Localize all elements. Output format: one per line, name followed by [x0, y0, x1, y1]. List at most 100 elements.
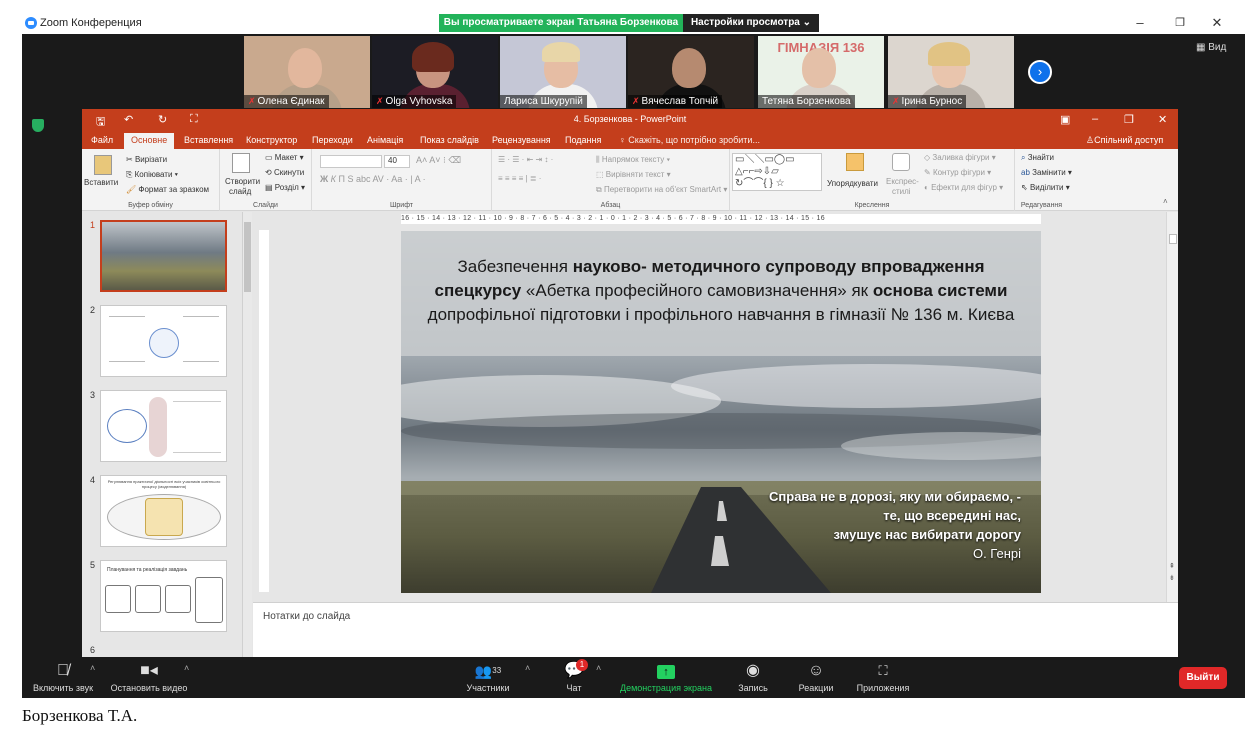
chat-caret-icon[interactable]: ˄: [596, 663, 601, 673]
share-screen-button[interactable]: ↑ Демонстрация экрана: [614, 657, 718, 698]
format-painter-button[interactable]: 🖌 Формат за зразком: [126, 185, 209, 194]
audio-options-caret-icon[interactable]: ˄: [90, 663, 95, 673]
share-screen-icon: ↑: [614, 661, 718, 681]
slide-thumbnail-5[interactable]: Планування та реалізація завдань: [100, 560, 227, 632]
slide-thumbnail-2[interactable]: [100, 305, 227, 377]
new-slide-icon[interactable]: [232, 153, 250, 173]
tab-view[interactable]: Подання: [565, 135, 601, 145]
arrange-button[interactable]: Упорядкувати: [827, 179, 878, 188]
replace-button[interactable]: ab Замінити ▾: [1021, 168, 1072, 177]
slide-title-part: допрофільної підготовки і профільного на…: [427, 305, 1015, 324]
chat-button[interactable]: 💬 1 Чат: [554, 657, 594, 698]
stop-video-button[interactable]: ■◂ Остановить видео: [106, 657, 192, 698]
participant-tile[interactable]: ГІМНАЗІЯ 136 Тетяна Борзенкова: [758, 36, 884, 108]
new-slide-button[interactable]: Створити: [225, 177, 260, 186]
arrange-icon[interactable]: [846, 153, 864, 171]
tab-transitions[interactable]: Переходи: [312, 135, 353, 145]
reactions-icon: ☺: [807, 662, 825, 679]
copy-button[interactable]: ⎘ Копіювати ▾: [126, 170, 178, 180]
muted-mic-icon: 🎙̸: [57, 662, 69, 679]
next-page-arrow-icon[interactable]: ›: [1028, 60, 1052, 84]
cut-button[interactable]: ✂ Вирізати: [126, 155, 167, 164]
scrollbar-thumb[interactable]: [1169, 234, 1177, 244]
quick-styles-icon[interactable]: [892, 153, 910, 171]
participant-tile[interactable]: ✗ Ірина Бурнос: [888, 36, 1014, 108]
next-slide-icon[interactable]: ⇟: [1169, 574, 1175, 582]
participants-caret-icon[interactable]: ˄: [525, 663, 530, 673]
layout-button[interactable]: ▭ Макет ▾: [265, 153, 304, 162]
slide-thumbnail-3[interactable]: [100, 390, 227, 462]
paste-button[interactable]: Вставити: [84, 178, 118, 187]
font-format-icons[interactable]: Ж К П S abc AV · Aa · | A ·: [320, 174, 426, 184]
participant-tile[interactable]: ✗ Олена Єдинак: [244, 36, 370, 108]
current-slide[interactable]: Забезпечення науково- методичного супров…: [401, 231, 1041, 593]
scrollbar-thumb[interactable]: [244, 222, 251, 292]
thumbnails-scrollbar[interactable]: [242, 212, 252, 657]
find-label: Знайти: [1027, 153, 1055, 162]
ppt-title-bar: 🖫 ↶ ↻ ⛶ 4. Борзенкова - PowerPoint ▣ – ❐…: [82, 109, 1178, 131]
record-button[interactable]: ◉ Запись: [730, 657, 776, 698]
shapes-gallery[interactable]: ▭＼＼▭◯▭ △⌐⌐⇨⇩▱ ↻⌒⌒{ } ☆: [732, 153, 822, 191]
tab-slideshow[interactable]: Показ слайдів: [420, 135, 479, 145]
text-direction-button[interactable]: ⫼ Напрямок тексту ▾: [596, 155, 670, 165]
find-button[interactable]: ⌕ Знайти: [1021, 153, 1054, 163]
lightbulb-icon: ♀: [619, 135, 626, 145]
smartart-button[interactable]: ⧉ Перетворити на об'єкт SmartArt ▾: [596, 185, 727, 195]
reactions-button[interactable]: ☺ Реакции: [792, 657, 840, 698]
apps-button[interactable]: ⛶ Приложения: [852, 657, 914, 698]
restore-icon[interactable]: ❐: [1170, 16, 1190, 29]
notes-pane[interactable]: Нотатки до слайда: [253, 602, 1178, 657]
shape-outline-label: Контур фігури: [932, 168, 985, 177]
shape-fill-button[interactable]: ◇ Заливка фігури ▾: [924, 153, 996, 162]
editing-group: ⌕ Знайти ab Замінити ▾ ⇖ Виділити ▾ Реда…: [1015, 149, 1178, 211]
ppt-close-icon[interactable]: ✕: [1158, 113, 1167, 126]
reset-button[interactable]: ⟲ Скинути: [265, 168, 304, 177]
slide-quote[interactable]: Справа не в дорозі, яку ми обираємо, - т…: [661, 487, 1021, 563]
list-icons[interactable]: ☰ · ☰ · ⇤ ⇥ ↕ ·: [498, 155, 553, 164]
tab-design[interactable]: Конструктор: [246, 135, 297, 145]
slide-thumbnail-1[interactable]: [100, 220, 227, 292]
collapse-ribbon-icon[interactable]: ˄: [1163, 197, 1168, 206]
ppt-minimize-icon[interactable]: –: [1092, 113, 1098, 125]
font-grow-icon[interactable]: A˄ A˅ ⁝ ⌫: [416, 155, 461, 166]
clipboard-group-label: Буфер обміну: [128, 202, 173, 209]
tab-file[interactable]: Файл: [91, 135, 113, 145]
quick-styles-button[interactable]: Експрес-: [886, 177, 919, 186]
section-button[interactable]: ▤ Розділ ▾: [265, 183, 305, 192]
tab-insert[interactable]: Вставлення: [184, 135, 233, 145]
prev-slide-icon[interactable]: ⇞: [1169, 562, 1175, 570]
participant-tile[interactable]: ✗ Olga Vyhovska: [372, 36, 498, 108]
align-icons[interactable]: ≡ ≡ ≡ ≡ | ≣ ·: [498, 174, 541, 183]
tab-review[interactable]: Рецензування: [492, 135, 551, 145]
participants-button[interactable]: 👥33 Участники: [458, 657, 518, 698]
tab-home[interactable]: Основне: [124, 133, 175, 149]
tab-animations[interactable]: Анімація: [367, 135, 403, 145]
unmute-button[interactable]: 🎙̸ Включить звук: [28, 657, 98, 698]
select-button[interactable]: ⇖ Виділити ▾: [1021, 183, 1070, 192]
pen-icon: ✎: [924, 168, 933, 177]
minimize-icon[interactable]: –: [1130, 15, 1150, 30]
share-button[interactable]: ♙Спільний доступ: [1086, 135, 1163, 146]
font-name-input[interactable]: [320, 155, 382, 168]
ppt-restore-icon[interactable]: ❐: [1124, 113, 1134, 126]
leave-button[interactable]: Выйти: [1179, 667, 1227, 689]
shape-effects-button[interactable]: ◐ Ефекти для фігур ▾: [924, 183, 1003, 192]
tell-me-box[interactable]: ♀ Скажіть, що потрібно зробити...: [619, 135, 760, 145]
view-button[interactable]: ▦ Вид: [1196, 42, 1226, 53]
ribbon-display-icon[interactable]: ▣: [1060, 113, 1070, 126]
paste-icon[interactable]: [94, 155, 112, 175]
slide-scrollbar[interactable]: ⇞ ⇟: [1166, 212, 1178, 602]
align-text-button[interactable]: ⬚ Вирівняти текст ▾: [596, 170, 671, 179]
slide-thumbnail-4[interactable]: Регулювання практичної діяльності всіх у…: [100, 475, 227, 547]
layout-icon: ▭: [265, 153, 275, 162]
view-options-button[interactable]: Настройки просмотра ⌄: [683, 14, 819, 32]
reset-icon: ⟲: [265, 168, 274, 177]
participant-tile[interactable]: Лариса Шкурупій: [500, 36, 626, 108]
shape-outline-button[interactable]: ✎ Контур фігури ▾: [924, 168, 991, 177]
participant-tile[interactable]: ✗ Вячеслав Топчій: [628, 36, 754, 108]
close-icon[interactable]: ✕: [1207, 15, 1227, 31]
video-options-caret-icon[interactable]: ˄: [184, 663, 189, 673]
font-group: 40 A˄ A˅ ⁝ ⌫ Ж К П S abc AV · Aa · | A ·…: [312, 149, 492, 211]
font-size-input[interactable]: 40: [384, 155, 410, 168]
slide-title[interactable]: Забезпечення науково- методичного супров…: [401, 255, 1041, 327]
